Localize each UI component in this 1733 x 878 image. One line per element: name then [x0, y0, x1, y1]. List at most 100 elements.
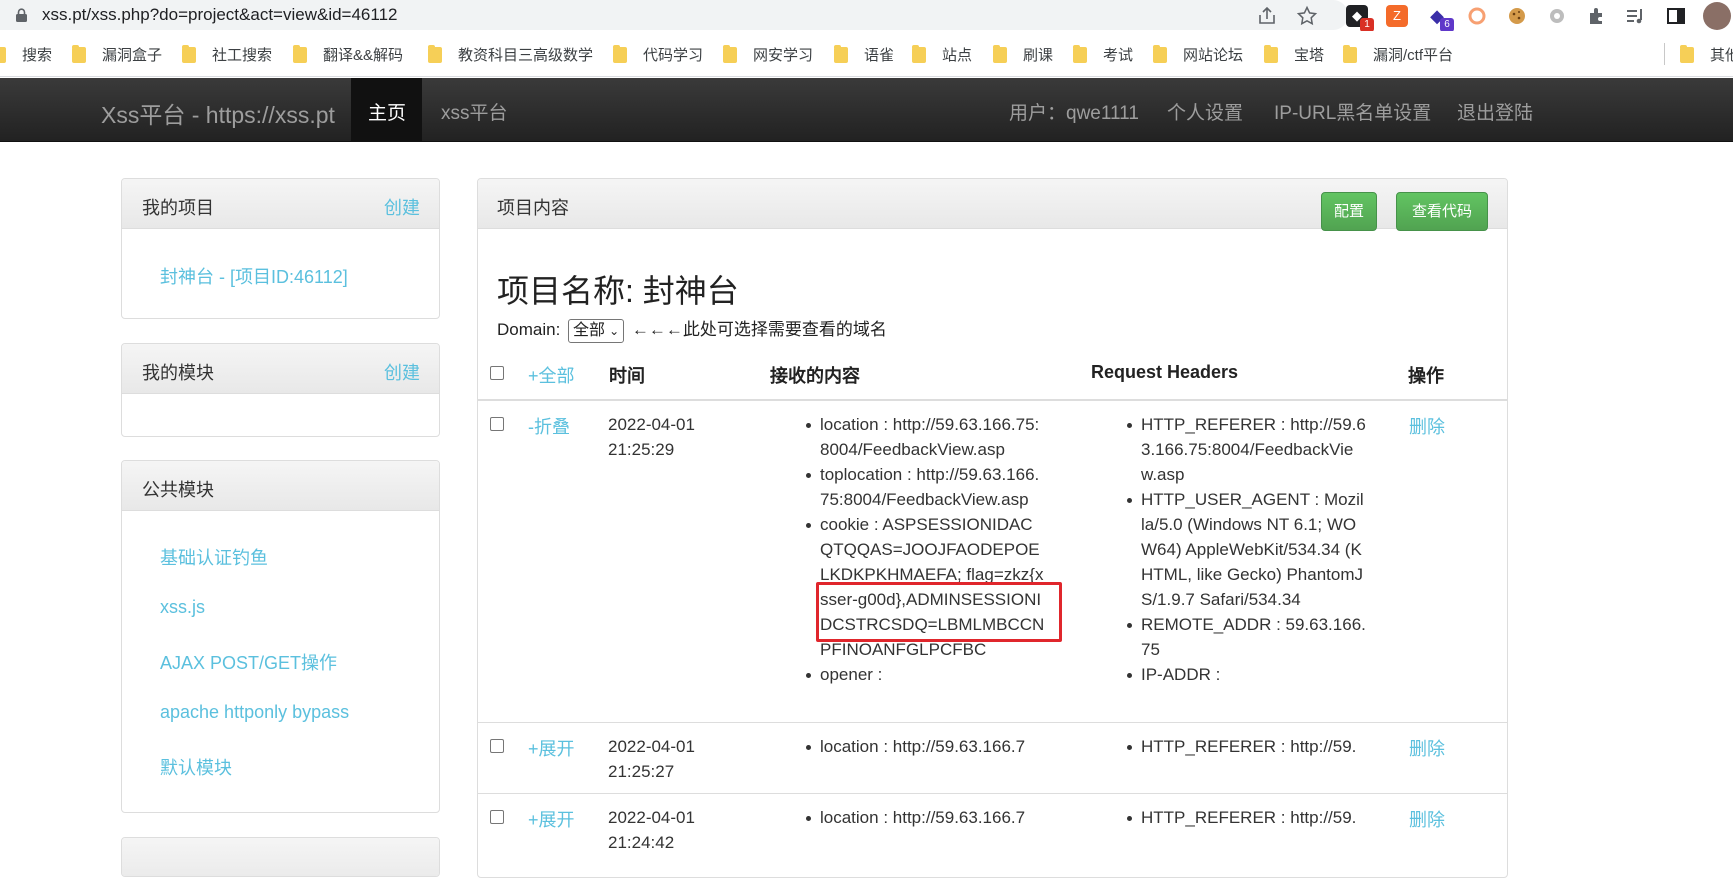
panel-title: 我的模块	[142, 363, 214, 383]
bookmark-item[interactable]: 教资科目三高级数学	[428, 44, 593, 64]
public-modules-panel: 公共模块 基础认证钓鱼 xss.js AJAX POST/GET操作 apach…	[121, 460, 440, 813]
sidebar-panel-partial	[121, 837, 440, 877]
project-link[interactable]: 封神台 - [项目ID:46112]	[160, 263, 348, 289]
gear-extension-icon[interactable]	[1546, 5, 1568, 27]
bookmark-separator	[1664, 43, 1665, 65]
my-projects-panel: 我的项目 创建 封神台 - [项目ID:46112]	[121, 178, 440, 319]
row-checkbox[interactable]	[490, 417, 504, 431]
bookmark-item[interactable]: 翻译&&解码	[293, 44, 403, 64]
nav-user[interactable]: 用户：qwe1111	[1009, 98, 1139, 125]
address-url[interactable]: xss.pt/xss.php?do=project&act=view&id=46…	[42, 5, 398, 25]
bookmark-item[interactable]: 搜索	[0, 44, 52, 64]
list-item: location : http://59.63.166.75:8004/Feed…	[806, 412, 1045, 462]
avatar[interactable]	[1703, 2, 1731, 30]
list-item: HTTP_USER_AGENT : Mozilla/5.0 (Windows N…	[1127, 487, 1366, 612]
bookmarks-bar: 搜索 漏洞盒子 社工搜索 翻译&&解码 教资科目三高级数学 代码学习 网安学习 …	[0, 31, 1733, 77]
folder-icon	[1073, 45, 1087, 63]
row-content: location : http://59.63.166.75:8004/Feed…	[806, 412, 1045, 687]
select-all-checkbox[interactable]	[490, 366, 504, 380]
panel-title: 公共模块	[142, 480, 214, 500]
row-checkbox[interactable]	[490, 810, 504, 824]
view-code-button[interactable]: 查看代码	[1396, 192, 1489, 231]
module-link[interactable]: apache httponly bypass	[160, 702, 349, 723]
bookmark-item[interactable]: 网站论坛	[1153, 44, 1243, 64]
list-item: IP-ADDR :	[1127, 662, 1366, 687]
nav-logout[interactable]: 退出登陆	[1457, 98, 1533, 125]
bookmark-item[interactable]: 考试	[1073, 44, 1133, 64]
z-extension-icon[interactable]: Z	[1386, 5, 1408, 27]
collapse-link[interactable]: -折叠	[528, 413, 570, 439]
list-item: HTTP_REFERER : http://59.	[1127, 734, 1401, 759]
bookmark-item[interactable]: 漏洞盒子	[72, 44, 162, 64]
row-request-headers: HTTP_REFERER : http://59.	[1127, 734, 1401, 759]
bookmark-item[interactable]: 代码学习	[613, 44, 703, 64]
sidebar-icon[interactable]	[1665, 5, 1687, 27]
folder-icon	[912, 45, 926, 63]
panel-header: 我的模块 创建	[122, 344, 439, 394]
site-brand[interactable]: Xss平台 - https://xss.pt	[101, 96, 335, 130]
module-link[interactable]: xss.js	[160, 597, 205, 618]
lock-icon	[16, 8, 27, 22]
star-icon[interactable]	[1296, 5, 1318, 27]
domain-select[interactable]: 全部 ⌄	[568, 318, 625, 343]
bug-extension-icon[interactable]: ◆ 1	[1346, 5, 1374, 32]
bookmark-item-other[interactable]: 其他	[1680, 44, 1733, 64]
row-time: 2022-04-01 21:25:29	[608, 415, 695, 459]
bookmark-item[interactable]: 漏洞/ctf平台	[1343, 44, 1453, 64]
nav-home[interactable]: 主页	[368, 98, 406, 125]
expand-link[interactable]: +展开	[528, 735, 575, 761]
bookmark-item[interactable]: 语雀	[834, 44, 894, 64]
flag-highlight-box	[816, 582, 1062, 642]
panel-title: 我的项目	[142, 198, 214, 218]
puzzle-icon[interactable]	[1586, 5, 1608, 27]
nav-ip-url-blacklist[interactable]: IP-URL黑名单设置	[1274, 98, 1431, 125]
panel-header: 公共模块	[122, 461, 439, 511]
header-divider	[478, 399, 1507, 401]
row-time: 2022-04-01 21:24:42	[608, 808, 695, 852]
shield-extension-icon[interactable]: ◆ 6	[1426, 5, 1454, 32]
bookmark-item[interactable]: 网安学习	[723, 44, 813, 64]
folder-icon	[1343, 45, 1357, 63]
folder-icon	[613, 45, 627, 63]
project-content-panel: 项目内容 配置 查看代码 项目名称: 封神台 Domain: 全部 ⌄ ←←←此处…	[477, 178, 1508, 878]
expand-link[interactable]: +展开	[528, 806, 575, 832]
create-module-link[interactable]: 创建	[384, 359, 420, 385]
reading-list-icon[interactable]	[1624, 5, 1646, 27]
delete-link[interactable]: 删除	[1409, 413, 1445, 439]
delete-link[interactable]: 删除	[1409, 806, 1445, 832]
create-project-link[interactable]: 创建	[384, 194, 420, 220]
address-bar[interactable]: xss.pt/xss.php?do=project&act=view&id=46…	[0, 0, 1348, 30]
nav-settings[interactable]: 个人设置	[1167, 98, 1243, 125]
share-icon[interactable]	[1256, 5, 1278, 27]
module-link[interactable]: 基础认证钓鱼	[160, 544, 268, 570]
expand-all-link[interactable]: +全部	[528, 362, 575, 388]
column-header-request-headers: Request Headers	[1091, 362, 1239, 382]
folder-icon	[0, 47, 6, 63]
delete-link[interactable]: 删除	[1409, 735, 1445, 761]
nav-xss-platform[interactable]: xss平台	[441, 98, 508, 125]
domain-hint: ←←←此处可选择需要查看的域名	[631, 320, 887, 339]
bookmark-item[interactable]: 社工搜索	[182, 44, 272, 64]
folder-icon	[1153, 45, 1167, 63]
row-request-headers: HTTP_REFERER : http://59.63.166.75:8004/…	[1127, 412, 1366, 687]
config-button[interactable]: 配置	[1321, 192, 1378, 231]
cookie-extension-icon[interactable]	[1506, 5, 1528, 27]
folder-icon	[1264, 45, 1278, 63]
ring-extension-icon[interactable]	[1466, 5, 1488, 27]
folder-icon	[72, 45, 86, 63]
module-link[interactable]: AJAX POST/GET操作	[160, 649, 337, 675]
row-divider	[478, 793, 1507, 794]
folder-icon	[834, 45, 848, 63]
row-time: 2022-04-01 21:25:27	[608, 737, 695, 781]
list-item: HTTP_REFERER : http://59.63.166.75:8004/…	[1127, 412, 1366, 487]
panel-title: 项目内容	[497, 198, 569, 218]
bookmark-item[interactable]: 刷课	[993, 44, 1053, 64]
bookmark-item[interactable]: 站点	[912, 44, 972, 64]
folder-icon	[723, 45, 737, 63]
module-link[interactable]: 默认模块	[160, 754, 232, 780]
list-item: location : http://59.63.166.7	[806, 805, 1080, 830]
bookmark-item[interactable]: 宝塔	[1264, 44, 1324, 64]
list-item: HTTP_REFERER : http://59.	[1127, 805, 1401, 830]
row-checkbox[interactable]	[490, 739, 504, 753]
row-divider	[478, 722, 1507, 723]
